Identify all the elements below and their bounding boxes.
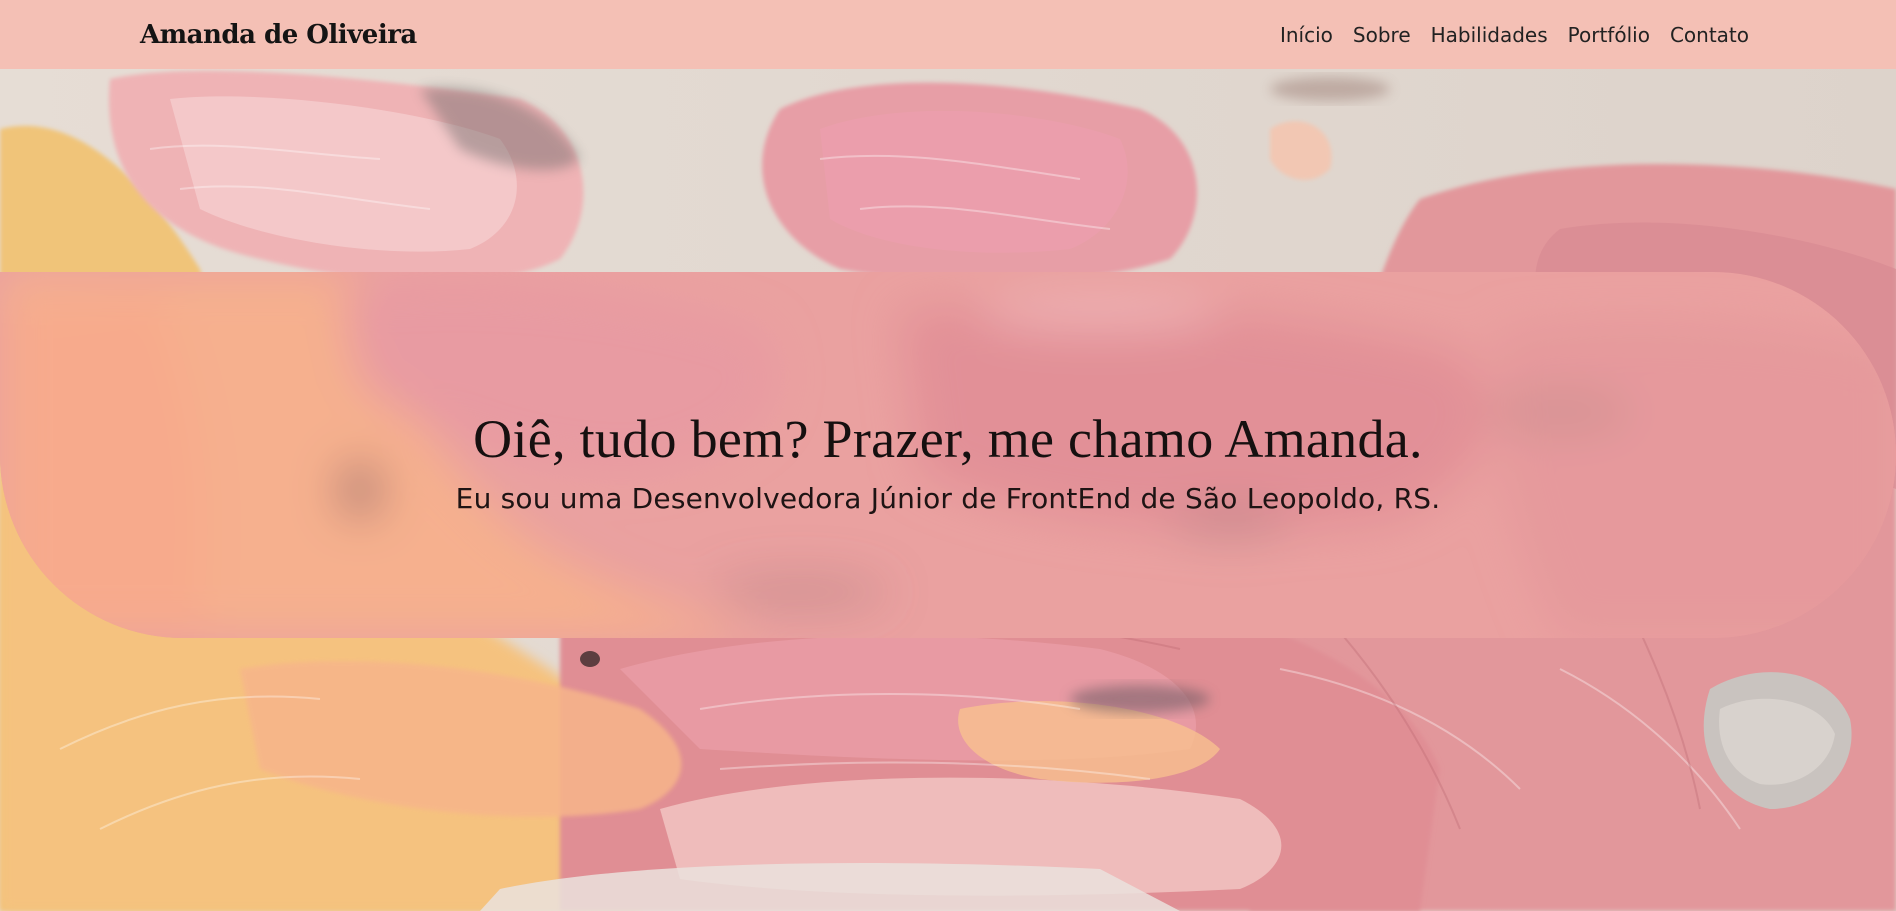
brand-logo[interactable]: Amanda de Oliveira <box>140 20 417 50</box>
hero-subtitle: Eu sou uma Desenvolvedora Júnior de Fron… <box>455 481 1441 515</box>
hero-banner: Oiê, tudo bem? Prazer, me chamo Amanda. … <box>0 272 1896 638</box>
nav-link-contato[interactable]: Contato <box>1670 23 1749 47</box>
nav-menu: Início Sobre Habilidades Portfólio Conta… <box>1280 23 1749 47</box>
nav-link-portfolio[interactable]: Portfólio <box>1568 23 1650 47</box>
hero-text-block: Oiê, tudo bem? Prazer, me chamo Amanda. … <box>0 272 1896 638</box>
nav-link-habilidades[interactable]: Habilidades <box>1431 23 1548 47</box>
navbar: Amanda de Oliveira Início Sobre Habilida… <box>0 0 1896 69</box>
page: Amanda de Oliveira Início Sobre Habilida… <box>0 0 1896 911</box>
hero-title: Oiê, tudo bem? Prazer, me chamo Amanda. <box>473 408 1423 469</box>
nav-link-sobre[interactable]: Sobre <box>1353 23 1411 47</box>
nav-link-inicio[interactable]: Início <box>1280 23 1333 47</box>
